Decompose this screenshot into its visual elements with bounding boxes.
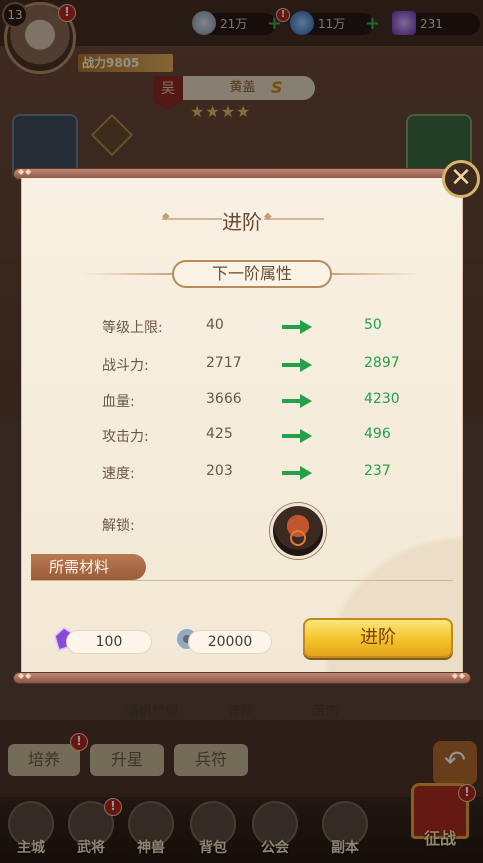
attr-row-level-cap: 等级上限: 40 50 [102,317,382,336]
material-silver-count: 20000 [188,630,272,654]
material-crystal-count: 100 [66,630,152,654]
advance-button[interactable]: 进阶 [303,618,453,658]
arrow-right-icon [282,466,312,480]
modal-paper: 进阶 下一阶属性 等级上限: 40 50 战斗力: 2717 2897 血量: … [21,178,463,674]
advance-modal: 进阶 下一阶属性 等级上限: 40 50 战斗力: 2717 2897 血量: … [13,167,471,684]
arrow-right-icon [282,429,312,443]
attr-row-attack: 攻击力: 425 496 [102,426,391,445]
modal-title: 进阶 [222,210,262,234]
attr-row-speed: 速度: 203 237 [102,463,391,482]
arrow-right-icon [282,394,312,408]
attr-row-hp: 血量: 3666 4230 [102,391,400,410]
subtitle-banner: 下一阶属性 [172,260,332,288]
target-mark-icon [290,530,306,546]
arrow-right-icon [282,320,312,334]
close-button[interactable]: ✕ [442,160,480,198]
materials-label: 所需材料 [31,554,146,580]
unlock-portrait[interactable] [270,503,326,559]
arrow-right-icon [282,358,312,372]
subtitle-line-left [82,273,172,275]
materials-divider [31,580,453,581]
scroll-rod-bottom [13,671,471,684]
title-ornament-right [264,211,324,222]
attr-row-combat-power: 战斗力: 2717 2897 [102,355,400,374]
subtitle-line-right [332,273,422,275]
unlock-label: 解锁: [102,518,135,534]
